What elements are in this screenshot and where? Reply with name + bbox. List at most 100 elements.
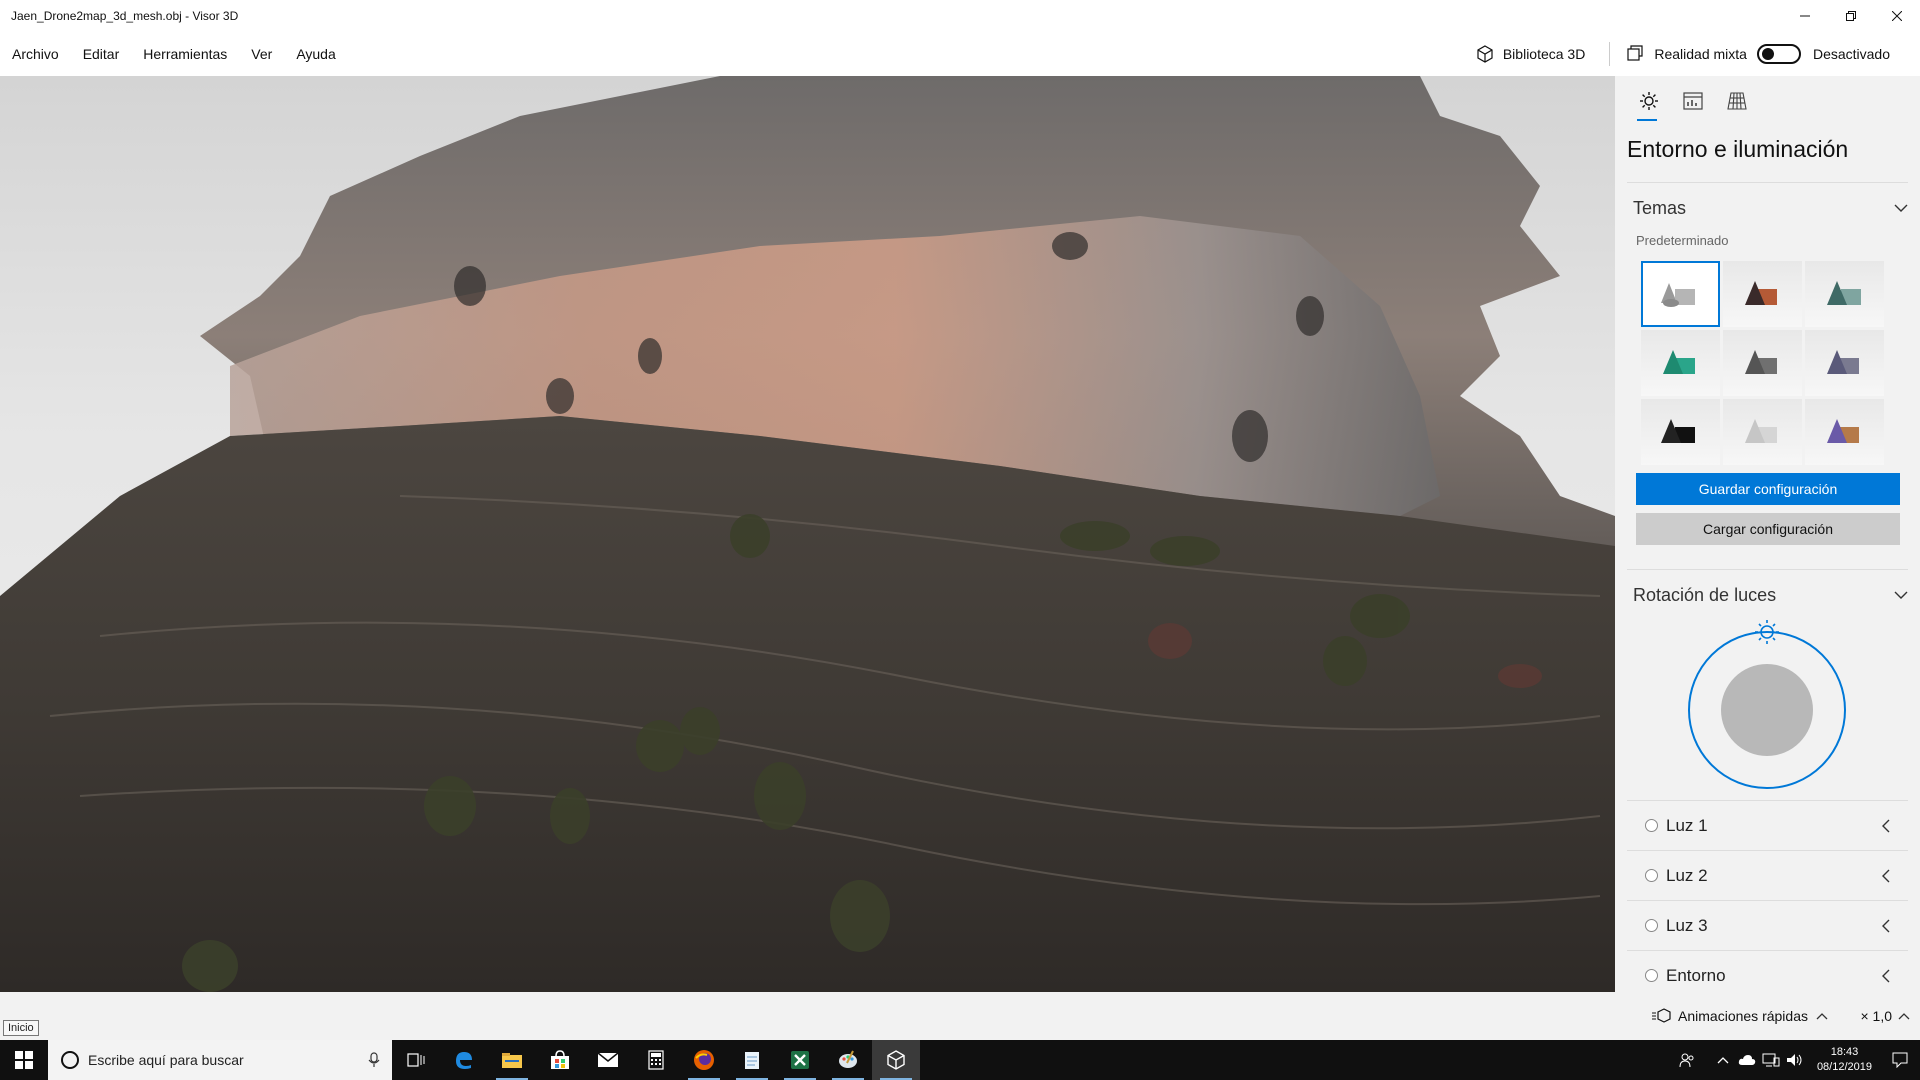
quick-animations-button[interactable]: Animaciones rápidas (1652, 1008, 1834, 1024)
tab-grid[interactable] (1715, 79, 1759, 123)
minimize-icon (1800, 15, 1810, 16)
mixed-reality-toggle[interactable] (1756, 43, 1801, 64)
chevron-left-icon (1882, 969, 1890, 982)
excel-icon (791, 1051, 809, 1069)
task-view-button[interactable] (392, 1040, 440, 1080)
menu-herramientas[interactable]: Herramientas (131, 46, 239, 62)
start-button[interactable] (0, 1040, 48, 1080)
system-tray: 18:43 08/12/2019 (1675, 1040, 1920, 1080)
minimize-button[interactable] (1782, 0, 1828, 31)
3d-viewport[interactable] (0, 76, 1615, 992)
themes-sublabel: Predeterminado (1636, 233, 1729, 248)
light-2-row[interactable]: Luz 2 (1627, 850, 1908, 900)
restore-button[interactable] (1828, 0, 1874, 31)
light-1-row[interactable]: Luz 1 (1627, 800, 1908, 850)
tab-environment[interactable] (1627, 79, 1671, 123)
light-rotation-dial[interactable] (1615, 620, 1920, 800)
theme-option[interactable] (1723, 330, 1802, 396)
paint-button[interactable] (824, 1040, 872, 1080)
light-1-label: Luz 1 (1666, 815, 1708, 835)
light-3-radio[interactable] (1645, 919, 1658, 932)
toggle-knob (1761, 47, 1774, 60)
light-2-radio[interactable] (1645, 869, 1658, 882)
edge-icon (456, 1052, 472, 1069)
tray-expand-button[interactable] (1711, 1056, 1735, 1064)
clock-date: 08/12/2019 (1816, 1061, 1872, 1073)
environment-light-radio[interactable] (1645, 969, 1658, 982)
chevron-left-icon (1882, 869, 1890, 882)
speed-selector[interactable]: × 1,0 (1860, 1008, 1910, 1024)
load-settings-button[interactable]: Cargar configuración (1636, 513, 1900, 545)
taskbar: Escribe aquí para buscar 18:43 08/12/201… (0, 1040, 1920, 1080)
chevron-down-icon (1894, 204, 1908, 212)
action-center-button[interactable] (1880, 1052, 1920, 1068)
taskbar-clock[interactable]: 18:43 08/12/2019 (1817, 1045, 1872, 1075)
theme-option[interactable] (1641, 261, 1720, 327)
store-button[interactable] (536, 1040, 584, 1080)
mixed-reality-label: Realidad mixta (1654, 45, 1747, 62)
menu-bar: Archivo Editar Herramientas Ver Ayuda Bi… (0, 31, 1920, 76)
theme-option[interactable] (1805, 399, 1884, 465)
theme-option[interactable] (1805, 261, 1884, 327)
menu-ver[interactable]: Ver (239, 46, 284, 62)
environment-panel: Entorno e iluminación Temas Predetermina… (1615, 76, 1920, 992)
store-icon (551, 1050, 569, 1069)
people-button[interactable] (1675, 1052, 1699, 1068)
chevron-up-icon (1898, 1013, 1910, 1020)
window-title: Jaen_Drone2map_3d_mesh.obj - Visor 3D (11, 8, 239, 23)
light-3-row[interactable]: Luz 3 (1627, 900, 1908, 950)
search-circle-icon (61, 1051, 79, 1069)
light-rotation-label: Rotación de luces (1633, 584, 1777, 605)
chevron-left-icon (1882, 819, 1890, 832)
search-placeholder: Escribe aquí para buscar (88, 1052, 244, 1068)
3d-viewer-button[interactable] (872, 1040, 920, 1080)
save-settings-button[interactable]: Guardar configuración (1636, 473, 1900, 505)
theme-preview-icon (1826, 419, 1859, 443)
file-explorer-button[interactable] (488, 1040, 536, 1080)
menu-ayuda[interactable]: Ayuda (284, 46, 347, 62)
menu-editar[interactable]: Editar (71, 46, 132, 62)
menu-archivo[interactable]: Archivo (0, 46, 71, 62)
toolbar-separator (1609, 41, 1611, 66)
calculator-button[interactable] (632, 1040, 680, 1080)
window-controls (1782, 0, 1920, 31)
tab-stats[interactable] (1671, 79, 1715, 123)
people-icon (1679, 1053, 1694, 1068)
theme-option[interactable] (1723, 261, 1802, 327)
microphone-icon (368, 1052, 380, 1067)
environment-light-row[interactable]: Entorno (1627, 950, 1908, 992)
light-1-radio[interactable] (1645, 819, 1658, 832)
excel-button[interactable] (776, 1040, 824, 1080)
onedrive-button[interactable] (1735, 1054, 1759, 1066)
network-button[interactable] (1759, 1052, 1783, 1068)
panel-title: Entorno e iluminación (1627, 136, 1849, 162)
mixed-reality-button[interactable]: Realidad mixta (1626, 44, 1747, 64)
theme-preview-icon (1826, 281, 1861, 305)
cube-icon (1477, 44, 1493, 63)
title-bar: Jaen_Drone2map_3d_mesh.obj - Visor 3D (0, 0, 1920, 31)
themes-header[interactable]: Temas (1615, 183, 1920, 233)
theme-preview-icon (1826, 350, 1859, 374)
theme-option[interactable] (1805, 330, 1884, 396)
theme-option[interactable] (1641, 399, 1720, 465)
light-rotation-header[interactable]: Rotación de luces (1615, 570, 1920, 620)
theme-option[interactable] (1723, 399, 1802, 465)
notepad-icon (745, 1052, 759, 1069)
chevron-left-icon (1882, 919, 1890, 932)
theme-preview-icon (1660, 419, 1695, 443)
mail-button[interactable] (584, 1040, 632, 1080)
windows-logo-icon (15, 1051, 33, 1069)
library-3d-button[interactable]: Biblioteca 3D (1475, 44, 1585, 64)
close-icon (1892, 10, 1902, 21)
theme-preview-icon (1744, 350, 1777, 374)
start-tooltip: Inicio (3, 1020, 39, 1036)
sun-icon (1640, 92, 1658, 110)
theme-option[interactable] (1641, 330, 1720, 396)
terrain-mesh-render (0, 76, 1615, 992)
close-button[interactable] (1874, 0, 1920, 31)
volume-button[interactable] (1783, 1052, 1807, 1068)
taskbar-search[interactable]: Escribe aquí para buscar (48, 1040, 392, 1080)
edge-button[interactable] (440, 1040, 488, 1080)
notepad-button[interactable] (728, 1040, 776, 1080)
firefox-button[interactable] (680, 1040, 728, 1080)
